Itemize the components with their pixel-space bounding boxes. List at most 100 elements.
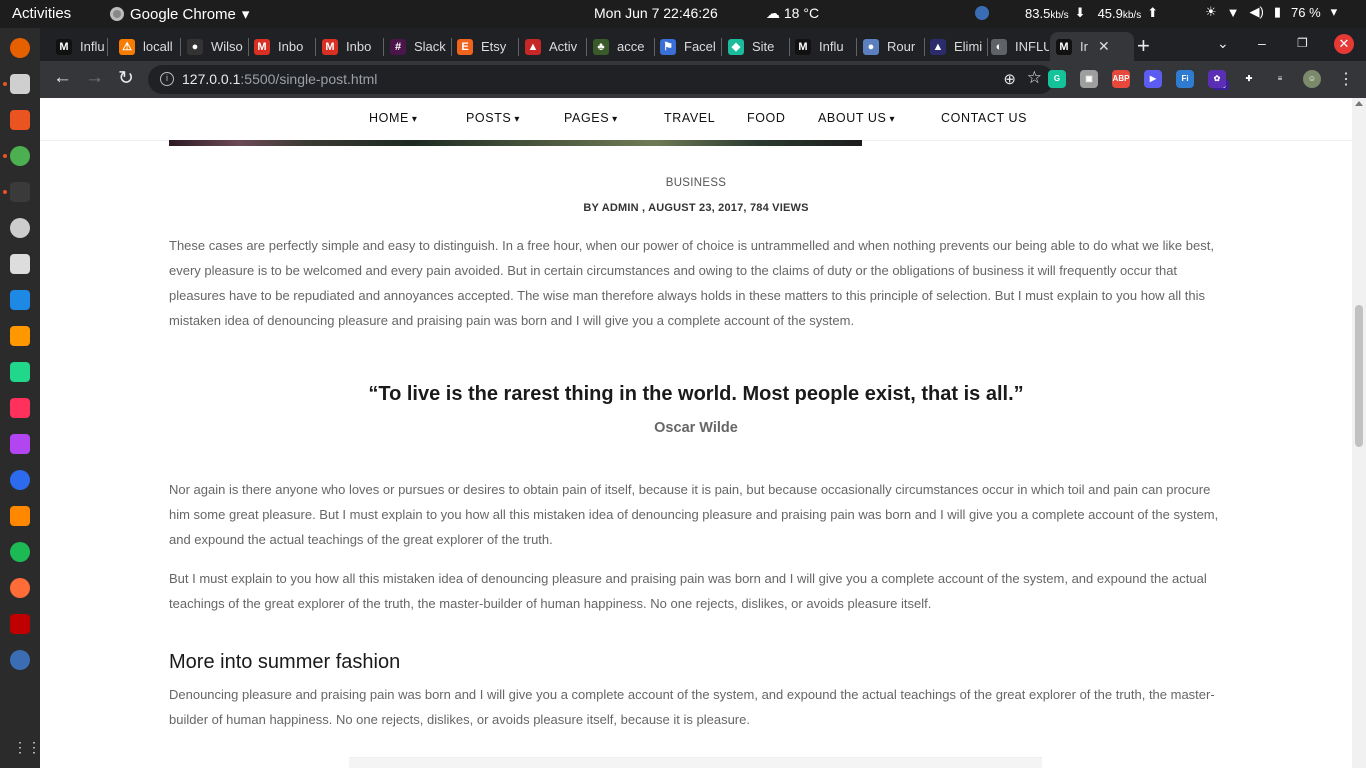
puzzle-icon[interactable]: ✚ <box>1240 70 1258 88</box>
chrome-icon[interactable] <box>10 146 30 166</box>
signal-icon[interactable] <box>10 470 30 490</box>
tab[interactable]: M Influ <box>795 32 855 61</box>
tab[interactable]: M Influ <box>56 32 106 61</box>
url-text[interactable]: 127.0.0.1:5500/single-post.html <box>182 71 377 87</box>
obs-icon[interactable] <box>10 218 30 238</box>
bookmark-star-icon[interactable]: ☆ <box>1027 68 1042 88</box>
back-button[interactable]: ← <box>53 67 72 89</box>
address-bar[interactable]: i 127.0.0.1:5500/single-post.html ⊕ ☆ <box>148 65 1054 94</box>
firefox-icon[interactable] <box>10 38 30 58</box>
show-applications-icon[interactable]: ⋮⋮ <box>13 739 41 756</box>
quote-author: Oscar Wilde <box>654 420 738 436</box>
tab[interactable]: ◐ INFLU <box>991 32 1049 61</box>
net-speed-indicator[interactable]: 83.5kb/s ⬇ 45.9kb/s ⬆ <box>975 5 1158 21</box>
post-paragraph: These cases are perfectly simple and eas… <box>169 238 1214 328</box>
chevron-down-icon: ▾ <box>889 114 896 125</box>
nav-pages[interactable]: PAGES ▾ <box>564 111 618 125</box>
download-speed: 83.5kb/s <box>1025 5 1069 21</box>
zoom-icon[interactable]: ▶ <box>1144 70 1162 88</box>
tab[interactable]: ⚑ Facel <box>660 32 720 61</box>
post-category[interactable]: BUSINESS <box>40 177 1352 189</box>
notification-extension-icon[interactable]: ✿ <box>1208 70 1226 88</box>
clock[interactable]: Mon Jun 7 22:46:26 <box>594 5 718 21</box>
globe-icon: ● <box>863 38 879 55</box>
post-paragraph: Denouncing pleasure and praising pain wa… <box>169 687 1215 727</box>
tab[interactable]: ⚠ locall <box>119 32 179 61</box>
running-indicator <box>3 190 7 194</box>
running-indicator <box>3 154 7 158</box>
restore-button[interactable]: ❐ <box>1297 36 1308 50</box>
close-tab-icon[interactable]: ✕ <box>1098 38 1110 55</box>
nav-home[interactable]: HOME ▾ <box>369 111 418 125</box>
tab[interactable]: ◆ Site <box>728 32 788 61</box>
media-queue-icon[interactable]: ≡ <box>1271 70 1289 88</box>
post-paragraph: But I must explain to you how all this m… <box>169 571 1207 611</box>
close-window-button[interactable]: ✕ <box>1334 34 1354 54</box>
gmail-icon: M <box>322 38 338 55</box>
webstorm-icon[interactable] <box>10 362 30 382</box>
nav-label: POSTS <box>466 111 512 125</box>
tab-label: Influ <box>819 39 844 54</box>
spotify-icon[interactable] <box>10 542 30 562</box>
tab[interactable]: ● Wilso <box>187 32 247 61</box>
scrollbar-thumb[interactable] <box>1355 305 1363 447</box>
tab[interactable]: ♣ acce <box>593 32 653 61</box>
zoom-icon[interactable]: ⊕ <box>1003 70 1016 88</box>
intellij-icon[interactable] <box>10 398 30 418</box>
vscode-icon[interactable] <box>10 290 30 310</box>
scroll-up-arrow-icon[interactable] <box>1355 101 1363 106</box>
nav-about-us[interactable]: ABOUT US ▾ <box>818 111 895 125</box>
nav-posts[interactable]: POSTS ▾ <box>466 111 520 125</box>
chrome-menu-icon[interactable]: ⋮ <box>1338 69 1354 89</box>
tab[interactable]: E Etsy <box>457 32 517 61</box>
grammarly-icon[interactable]: G <box>1048 70 1066 88</box>
app-menu[interactable]: Google Chrome ▾ <box>110 5 249 23</box>
filezilla-icon[interactable] <box>10 614 30 634</box>
postman-icon[interactable] <box>10 578 30 598</box>
tab[interactable]: ▲ Activ <box>525 32 585 61</box>
tab-label: Inbo <box>278 39 304 54</box>
screenshot-icon[interactable] <box>10 254 30 274</box>
files-icon[interactable] <box>10 74 30 94</box>
tab[interactable]: M Inbo <box>322 32 382 61</box>
tab-active[interactable]: M Ir ✕ <box>1050 32 1134 61</box>
tab-label: acce <box>617 39 645 54</box>
page-scrollbar[interactable] <box>1352 98 1366 768</box>
phpstorm-icon[interactable] <box>10 434 30 454</box>
nav-contact-us[interactable]: CONTACT US <box>941 111 1027 125</box>
adblock-plus-icon[interactable]: ABP <box>1112 70 1130 88</box>
extension-gray-icon[interactable]: ▣ <box>1080 70 1098 88</box>
site-info-icon[interactable]: i <box>160 72 174 86</box>
qbittorrent-icon[interactable] <box>10 650 30 670</box>
weather-indicator[interactable]: ☁ 18 °C <box>766 5 819 22</box>
tree-icon: ♣ <box>593 38 609 55</box>
system-tray[interactable]: ☀ ▼ ◀) ▮ 76 % ▾ <box>1205 4 1337 20</box>
tab-separator <box>586 38 587 56</box>
weather-temp: 18 °C <box>783 5 820 21</box>
nav-food[interactable]: FOOD <box>747 111 786 125</box>
vlc-icon[interactable] <box>10 506 30 526</box>
tab-separator <box>518 38 519 56</box>
terminal-icon[interactable] <box>10 182 30 202</box>
nav-travel[interactable]: TRAVEL <box>664 111 715 125</box>
power-menu-chevron-icon: ▾ <box>1330 4 1338 19</box>
tab[interactable]: ● Rour <box>863 32 923 61</box>
reload-button[interactable]: ↻ <box>118 67 134 90</box>
chevron-down-icon: ▾ <box>612 114 618 125</box>
minimize-button[interactable]: – <box>1258 35 1266 51</box>
activities-button[interactable]: Activities <box>12 5 71 22</box>
profile-avatar-icon[interactable]: ☺ <box>1303 70 1321 88</box>
tab[interactable]: # Slack <box>390 32 450 61</box>
fi-extension-icon[interactable]: Fi <box>1176 70 1194 88</box>
tab[interactable]: ▲ Elimi <box>930 32 986 61</box>
tab[interactable]: M Inbo <box>254 32 314 61</box>
battery-icon: ▮ <box>1273 4 1282 19</box>
diamond-icon: ◆ <box>728 38 744 55</box>
new-tab-button[interactable]: + <box>1137 33 1150 59</box>
software-center-icon[interactable] <box>10 110 30 130</box>
forward-button[interactable]: → <box>85 67 104 89</box>
tab-label: Influ <box>80 39 105 54</box>
sublime-icon[interactable] <box>10 326 30 346</box>
tab-separator <box>248 38 249 56</box>
tab-search-icon[interactable]: ⌄ <box>1217 35 1229 52</box>
